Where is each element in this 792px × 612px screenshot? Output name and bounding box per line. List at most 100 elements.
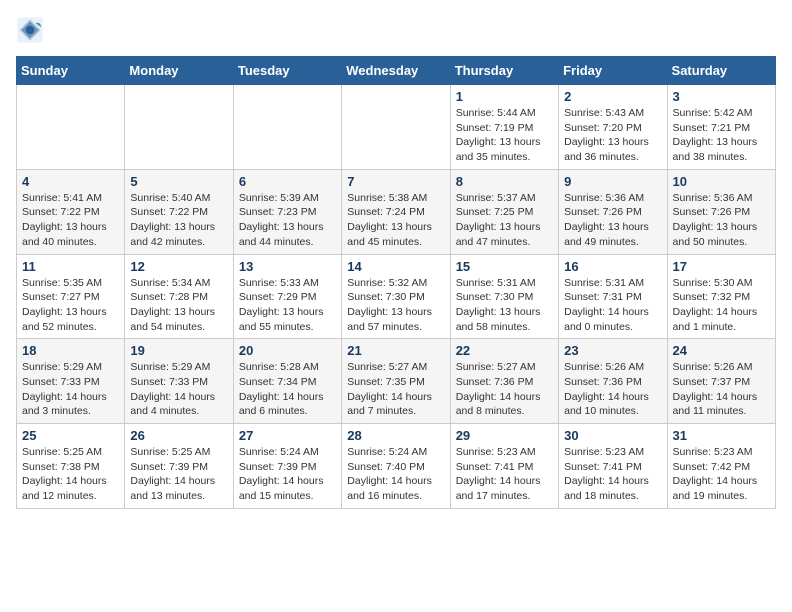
cell-content: Sunrise: 5:38 AM Sunset: 7:24 PM Dayligh…: [347, 191, 444, 250]
day-number: 7: [347, 174, 444, 189]
calendar-cell: 13 Sunrise: 5:33 AM Sunset: 7:29 PM Dayli…: [233, 254, 341, 339]
day-number: 13: [239, 259, 336, 274]
calendar-cell: 2 Sunrise: 5:43 AM Sunset: 7:20 PM Daylig…: [559, 85, 667, 170]
calendar-cell: 29 Sunrise: 5:23 AM Sunset: 7:41 PM Dayli…: [450, 424, 558, 509]
day-number: 15: [456, 259, 553, 274]
cell-content: Sunrise: 5:42 AM Sunset: 7:21 PM Dayligh…: [673, 106, 770, 165]
cell-content: Sunrise: 5:24 AM Sunset: 7:39 PM Dayligh…: [239, 445, 336, 504]
day-number: 3: [673, 89, 770, 104]
cell-content: Sunrise: 5:27 AM Sunset: 7:36 PM Dayligh…: [456, 360, 553, 419]
day-header-saturday: Saturday: [667, 57, 775, 85]
cell-content: Sunrise: 5:24 AM Sunset: 7:40 PM Dayligh…: [347, 445, 444, 504]
calendar-cell: [17, 85, 125, 170]
cell-content: Sunrise: 5:39 AM Sunset: 7:23 PM Dayligh…: [239, 191, 336, 250]
cell-content: Sunrise: 5:34 AM Sunset: 7:28 PM Dayligh…: [130, 276, 227, 335]
cell-content: Sunrise: 5:29 AM Sunset: 7:33 PM Dayligh…: [22, 360, 119, 419]
calendar-cell: 14Sunrise: 5:32 AM Sunset: 7:30 PM Dayli…: [342, 254, 450, 339]
day-number: 26: [130, 428, 227, 443]
day-number: 30: [564, 428, 661, 443]
cell-content: Sunrise: 5:37 AM Sunset: 7:25 PM Dayligh…: [456, 191, 553, 250]
cell-content: Sunrise: 5:23 AM Sunset: 7:41 PM Dayligh…: [456, 445, 553, 504]
day-header-wednesday: Wednesday: [342, 57, 450, 85]
calendar-cell: 7 Sunrise: 5:38 AM Sunset: 7:24 PM Daylig…: [342, 169, 450, 254]
calendar-cell: 20Sunrise: 5:28 AM Sunset: 7:34 PM Dayli…: [233, 339, 341, 424]
calendar-cell: 8 Sunrise: 5:37 AM Sunset: 7:25 PM Daylig…: [450, 169, 558, 254]
day-number: 16: [564, 259, 661, 274]
day-header-tuesday: Tuesday: [233, 57, 341, 85]
cell-content: Sunrise: 5:32 AM Sunset: 7:30 PM Dayligh…: [347, 276, 444, 335]
calendar-cell: 16 Sunrise: 5:31 AM Sunset: 7:31 PM Dayli…: [559, 254, 667, 339]
day-number: 25: [22, 428, 119, 443]
day-number: 28: [347, 428, 444, 443]
day-number: 17: [673, 259, 770, 274]
calendar-cell: 10Sunrise: 5:36 AM Sunset: 7:26 PM Dayli…: [667, 169, 775, 254]
calendar-cell: 11 Sunrise: 5:35 AM Sunset: 7:27 PM Dayli…: [17, 254, 125, 339]
cell-content: Sunrise: 5:35 AM Sunset: 7:27 PM Dayligh…: [22, 276, 119, 335]
day-number: 1: [456, 89, 553, 104]
calendar-cell: [233, 85, 341, 170]
cell-content: Sunrise: 5:36 AM Sunset: 7:26 PM Dayligh…: [673, 191, 770, 250]
cell-content: Sunrise: 5:26 AM Sunset: 7:36 PM Dayligh…: [564, 360, 661, 419]
cell-content: Sunrise: 5:44 AM Sunset: 7:19 PM Dayligh…: [456, 106, 553, 165]
day-number: 24: [673, 343, 770, 358]
calendar-table: SundayMondayTuesdayWednesdayThursdayFrid…: [16, 56, 776, 509]
day-number: 8: [456, 174, 553, 189]
calendar-week-row: 4 Sunrise: 5:41 AM Sunset: 7:22 PM Daylig…: [17, 169, 776, 254]
calendar-cell: 15 Sunrise: 5:31 AM Sunset: 7:30 PM Dayli…: [450, 254, 558, 339]
cell-content: Sunrise: 5:43 AM Sunset: 7:20 PM Dayligh…: [564, 106, 661, 165]
cell-content: Sunrise: 5:41 AM Sunset: 7:22 PM Dayligh…: [22, 191, 119, 250]
day-number: 4: [22, 174, 119, 189]
day-number: 27: [239, 428, 336, 443]
calendar-cell: 30 Sunrise: 5:23 AM Sunset: 7:41 PM Dayli…: [559, 424, 667, 509]
day-number: 31: [673, 428, 770, 443]
cell-content: Sunrise: 5:23 AM Sunset: 7:41 PM Dayligh…: [564, 445, 661, 504]
day-number: 6: [239, 174, 336, 189]
calendar-cell: 22 Sunrise: 5:27 AM Sunset: 7:36 PM Dayli…: [450, 339, 558, 424]
calendar-cell: 23 Sunrise: 5:26 AM Sunset: 7:36 PM Dayli…: [559, 339, 667, 424]
day-header-monday: Monday: [125, 57, 233, 85]
calendar-cell: 9 Sunrise: 5:36 AM Sunset: 7:26 PM Daylig…: [559, 169, 667, 254]
calendar-header-row: SundayMondayTuesdayWednesdayThursdayFrid…: [17, 57, 776, 85]
day-number: 18: [22, 343, 119, 358]
calendar-cell: 1 Sunrise: 5:44 AM Sunset: 7:19 PM Daylig…: [450, 85, 558, 170]
day-header-sunday: Sunday: [17, 57, 125, 85]
day-header-thursday: Thursday: [450, 57, 558, 85]
cell-content: Sunrise: 5:31 AM Sunset: 7:30 PM Dayligh…: [456, 276, 553, 335]
logo: [16, 16, 48, 44]
day-header-friday: Friday: [559, 57, 667, 85]
cell-content: Sunrise: 5:40 AM Sunset: 7:22 PM Dayligh…: [130, 191, 227, 250]
calendar-cell: 5 Sunrise: 5:40 AM Sunset: 7:22 PM Daylig…: [125, 169, 233, 254]
cell-content: Sunrise: 5:25 AM Sunset: 7:39 PM Dayligh…: [130, 445, 227, 504]
calendar-cell: 24Sunrise: 5:26 AM Sunset: 7:37 PM Dayli…: [667, 339, 775, 424]
calendar-week-row: 25 Sunrise: 5:25 AM Sunset: 7:38 PM Dayli…: [17, 424, 776, 509]
calendar-cell: 12 Sunrise: 5:34 AM Sunset: 7:28 PM Dayli…: [125, 254, 233, 339]
calendar-cell: 31Sunrise: 5:23 AM Sunset: 7:42 PM Dayli…: [667, 424, 775, 509]
day-number: 12: [130, 259, 227, 274]
calendar-cell: 26 Sunrise: 5:25 AM Sunset: 7:39 PM Dayli…: [125, 424, 233, 509]
calendar-cell: 19Sunrise: 5:29 AM Sunset: 7:33 PM Dayli…: [125, 339, 233, 424]
day-number: 5: [130, 174, 227, 189]
cell-content: Sunrise: 5:36 AM Sunset: 7:26 PM Dayligh…: [564, 191, 661, 250]
calendar-cell: 4 Sunrise: 5:41 AM Sunset: 7:22 PM Daylig…: [17, 169, 125, 254]
calendar-week-row: 1 Sunrise: 5:44 AM Sunset: 7:19 PM Daylig…: [17, 85, 776, 170]
calendar-cell: [342, 85, 450, 170]
calendar-cell: 3 Sunrise: 5:42 AM Sunset: 7:21 PM Daylig…: [667, 85, 775, 170]
day-number: 11: [22, 259, 119, 274]
calendar-cell: 17 Sunrise: 5:30 AM Sunset: 7:32 PM Dayli…: [667, 254, 775, 339]
cell-content: Sunrise: 5:31 AM Sunset: 7:31 PM Dayligh…: [564, 276, 661, 335]
cell-content: Sunrise: 5:33 AM Sunset: 7:29 PM Dayligh…: [239, 276, 336, 335]
calendar-cell: 25 Sunrise: 5:25 AM Sunset: 7:38 PM Dayli…: [17, 424, 125, 509]
day-number: 23: [564, 343, 661, 358]
day-number: 9: [564, 174, 661, 189]
day-number: 21: [347, 343, 444, 358]
day-number: 19: [130, 343, 227, 358]
calendar-cell: 18 Sunrise: 5:29 AM Sunset: 7:33 PM Dayli…: [17, 339, 125, 424]
cell-content: Sunrise: 5:25 AM Sunset: 7:38 PM Dayligh…: [22, 445, 119, 504]
day-number: 22: [456, 343, 553, 358]
day-number: 29: [456, 428, 553, 443]
day-number: 2: [564, 89, 661, 104]
day-number: 20: [239, 343, 336, 358]
cell-content: Sunrise: 5:30 AM Sunset: 7:32 PM Dayligh…: [673, 276, 770, 335]
calendar-cell: 28 Sunrise: 5:24 AM Sunset: 7:40 PM Dayli…: [342, 424, 450, 509]
calendar-cell: 6 Sunrise: 5:39 AM Sunset: 7:23 PM Daylig…: [233, 169, 341, 254]
